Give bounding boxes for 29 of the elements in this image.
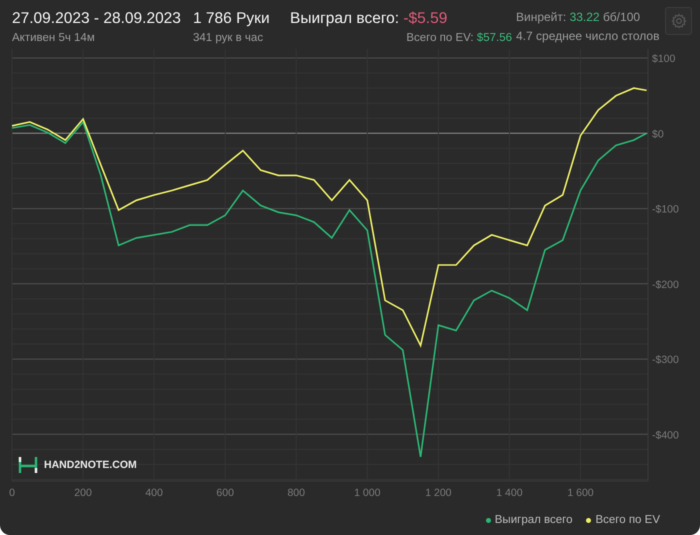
axis-label: $100 (652, 53, 676, 66)
settings-icon (670, 13, 686, 29)
hands-count: 1 786 Руки (193, 10, 271, 28)
ev-total: Всего по EV: $57.56 (406, 32, 512, 44)
axis-label: 800 (287, 487, 305, 499)
axis-label: -$100 (652, 204, 679, 216)
axis-label: 1 000 (354, 487, 380, 499)
legend-label: Выиграл всего (494, 514, 572, 526)
axis-label: 1 600 (567, 487, 594, 499)
legend-label: Всего по EV (595, 514, 660, 526)
axis-label: 1 400 (496, 487, 523, 499)
axis-label: 200 (74, 487, 92, 499)
axis-label: -$200 (652, 278, 679, 291)
axis-label: 1 200 (425, 487, 452, 499)
logo-icon (18, 456, 38, 474)
settings-button[interactable] (665, 7, 692, 35)
axis-label: -$300 (652, 354, 679, 366)
logo-text: HAND2NOTE.COM (44, 459, 137, 471)
axis-label: 400 (145, 487, 163, 499)
axis-label: 0 (9, 487, 15, 499)
won-total: Выиграл всего: -$5.59 (290, 10, 448, 28)
axis-label: $0 (652, 128, 664, 140)
average-tables: 4.7 среднее число столов (516, 29, 660, 44)
hands-per-hour: 341 рук в час (193, 32, 264, 44)
date-range: 27.09.2023 - 28.09.2023 (12, 10, 182, 28)
active-time: Активен 5ч 14м (12, 32, 96, 44)
axis-label: -$400 (652, 429, 679, 442)
axis-label: 600 (216, 487, 234, 499)
winrate: Винрейт: 33.22 бб/100 (516, 10, 642, 25)
